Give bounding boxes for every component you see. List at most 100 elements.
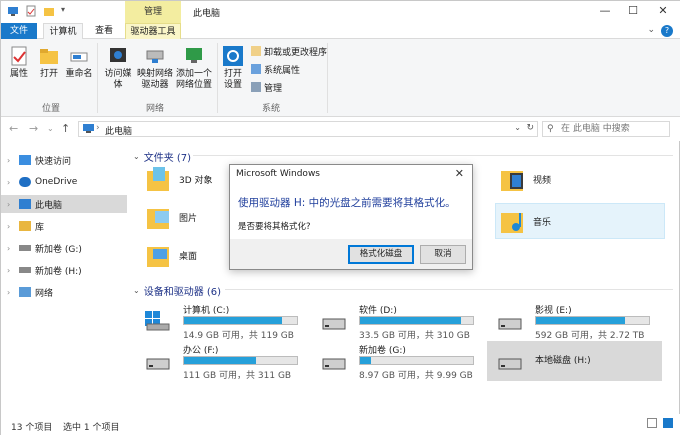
folder-desktop[interactable]: 桌面 — [147, 241, 197, 269]
sidebar-item-network[interactable]: › 网络 — [1, 283, 127, 301]
divider — [217, 43, 218, 113]
folder-pictures[interactable]: 图片 — [147, 203, 197, 231]
open-settings-button[interactable]: 打开设置 — [219, 45, 247, 91]
drive-capacity: 592 GB 可用，共 2.72 TB — [535, 331, 645, 341]
breadcrumb-separator: › — [96, 123, 100, 133]
help-button[interactable]: ? — [661, 25, 673, 37]
drive-tile[interactable]: 计算机 (C:) 14.9 GB 可用，共 119 GB — [135, 301, 310, 341]
tab-file[interactable]: 文件 — [1, 23, 37, 39]
media-icon — [107, 45, 129, 67]
selected-count: 选中 1 个项目 — [63, 423, 120, 433]
map-drive-label: 映射网络驱动器 — [137, 69, 174, 90]
close-button[interactable]: ✕ — [651, 4, 675, 20]
drive-name: 新加卷 (G:) — [359, 346, 406, 356]
sidebar-item-label: 此电脑 — [35, 200, 63, 211]
drives-header[interactable]: ⌄ 设备和驱动器 (6) — [133, 283, 221, 298]
drive-tile[interactable]: 影视 (E:) 592 GB 可用，共 2.72 TB — [487, 301, 662, 341]
add-network-location-button[interactable]: 添加一个网络位置 — [175, 45, 213, 91]
address-field[interactable]: › 此电脑 ⌄ ↻ — [78, 121, 538, 137]
quick-access-toolbar: ▾ — [7, 5, 73, 17]
dialog-message: 使用驱动器 H: 中的光盘之前需要将其格式化。 — [238, 197, 456, 209]
chevron-right-icon: › — [7, 287, 11, 297]
rename-label: 重命名 — [65, 69, 93, 79]
tiles-view-icon[interactable] — [663, 418, 673, 428]
drive-tile[interactable]: 新加卷 (G:) 8.97 GB 可用，共 9.99 GB — [311, 341, 486, 381]
breadcrumb[interactable]: 此电脑 — [105, 124, 132, 137]
access-media-button[interactable]: 访问媒体 — [101, 45, 135, 91]
sidebar-item-libraries[interactable]: › 库 — [1, 217, 127, 235]
drive-tile[interactable]: 办公 (F:) 111 GB 可用，共 311 GB — [135, 341, 310, 381]
folder-icon — [147, 165, 171, 193]
rename-button[interactable]: 重命名 — [63, 45, 95, 80]
map-drive-button[interactable]: 映射网络驱动器 — [137, 45, 173, 91]
chevron-down-icon[interactable]: ⌄ — [47, 124, 54, 133]
chevron-right-icon: › — [7, 177, 11, 187]
properties-button[interactable]: 属性 — [5, 45, 33, 80]
folder-3d-objects[interactable]: 3D 对象 — [147, 165, 213, 193]
cancel-button[interactable]: 取消 — [420, 245, 466, 264]
drive-tile[interactable]: 本地磁盘 (H:) — [487, 341, 662, 381]
sidebar-item-quick-access[interactable]: › 快速访问 — [1, 151, 127, 169]
monitor-icon — [183, 45, 205, 67]
drive-usage-fill — [184, 357, 257, 364]
properties-icon[interactable] — [25, 5, 37, 17]
format-disk-button[interactable]: 格式化磁盘 — [348, 245, 414, 264]
folder-icon — [501, 165, 525, 193]
drive-usage-bar — [359, 316, 474, 325]
back-arrow-icon[interactable]: ← — [9, 122, 18, 135]
tab-view[interactable]: 查看 — [89, 23, 119, 39]
maximize-button[interactable]: ☐ — [621, 4, 645, 20]
uninstall-icon — [251, 46, 261, 56]
group-network: 网络 — [145, 104, 164, 114]
ribbon: 属性 打开 重命名 位置 访问媒体 映射网络驱动器 添加一个网络位置 网络 打开… — [1, 39, 680, 117]
folder-label: 桌面 — [179, 251, 198, 262]
sidebar-item-drive-h[interactable]: › 新加卷 (H:) — [1, 261, 127, 279]
forward-arrow-icon[interactable]: → — [29, 122, 38, 135]
sidebar-item-drive-g[interactable]: › 新加卷 (G:) — [1, 239, 127, 257]
system-properties-button[interactable]: 系统属性 — [251, 63, 300, 76]
drive-tile[interactable]: 软件 (D:) 33.5 GB 可用，共 310 GB — [311, 301, 486, 341]
tab-computer[interactable]: 计算机 — [43, 23, 83, 39]
sidebar-item-label: OneDrive — [35, 177, 78, 187]
up-arrow-icon[interactable]: ↑ — [61, 122, 70, 135]
chevron-down-icon[interactable]: ▾ — [61, 5, 73, 17]
folders-header[interactable]: ⌄ 文件夹 (7) — [133, 149, 191, 164]
drive-icon — [321, 351, 347, 371]
chevron-down-icon[interactable]: ⌄ — [514, 123, 521, 132]
drive-icon — [145, 351, 171, 371]
sidebar-item-onedrive[interactable]: › OneDrive — [1, 173, 127, 191]
manage-icon — [251, 82, 261, 92]
open-label: 打开 — [39, 69, 58, 79]
divider — [97, 43, 98, 113]
pc-icon[interactable] — [7, 5, 19, 17]
chevron-down-icon[interactable]: ⌄ — [647, 25, 655, 35]
uninstall-button[interactable]: 卸载或更改程序 — [251, 45, 327, 58]
drive-icon — [321, 311, 347, 331]
open-button[interactable]: 打开 — [35, 45, 63, 80]
drive-usage-fill — [360, 317, 461, 324]
ribbon-tabs: 文件 计算机 查看 驱动器工具 ⌄ ? — [1, 23, 680, 39]
search-input[interactable]: 在 此电脑 中搜索 — [542, 121, 670, 137]
divider — [193, 155, 673, 156]
details-view-icon[interactable] — [647, 418, 657, 428]
open-folder-icon — [38, 45, 60, 67]
drive-name: 办公 (F:) — [183, 346, 219, 356]
minimize-button[interactable]: — — [593, 4, 617, 20]
new-folder-icon[interactable] — [43, 5, 55, 17]
folder-videos[interactable]: 视频 — [501, 165, 551, 193]
drive-capacity: 14.9 GB 可用，共 119 GB — [183, 331, 294, 341]
sidebar-item-this-pc[interactable]: › 此电脑 — [1, 195, 127, 213]
drive-icon — [497, 351, 523, 371]
gear-icon — [222, 45, 244, 67]
tab-drive-tools[interactable]: 驱动器工具 — [125, 23, 181, 39]
dialog-close-button[interactable]: ✕ — [455, 167, 464, 180]
open-settings-label: 打开设置 — [223, 69, 242, 90]
manage-button[interactable]: 管理 — [251, 81, 282, 94]
drive-usage-fill — [360, 357, 372, 364]
drive-icon — [19, 245, 31, 251]
folder-music[interactable]: 音乐 — [501, 207, 551, 235]
window-title: 此电脑 — [193, 9, 221, 19]
refresh-icon[interactable]: ↻ — [526, 123, 534, 133]
group-location: 位置 — [41, 104, 60, 114]
drive-usage-bar — [183, 316, 298, 325]
